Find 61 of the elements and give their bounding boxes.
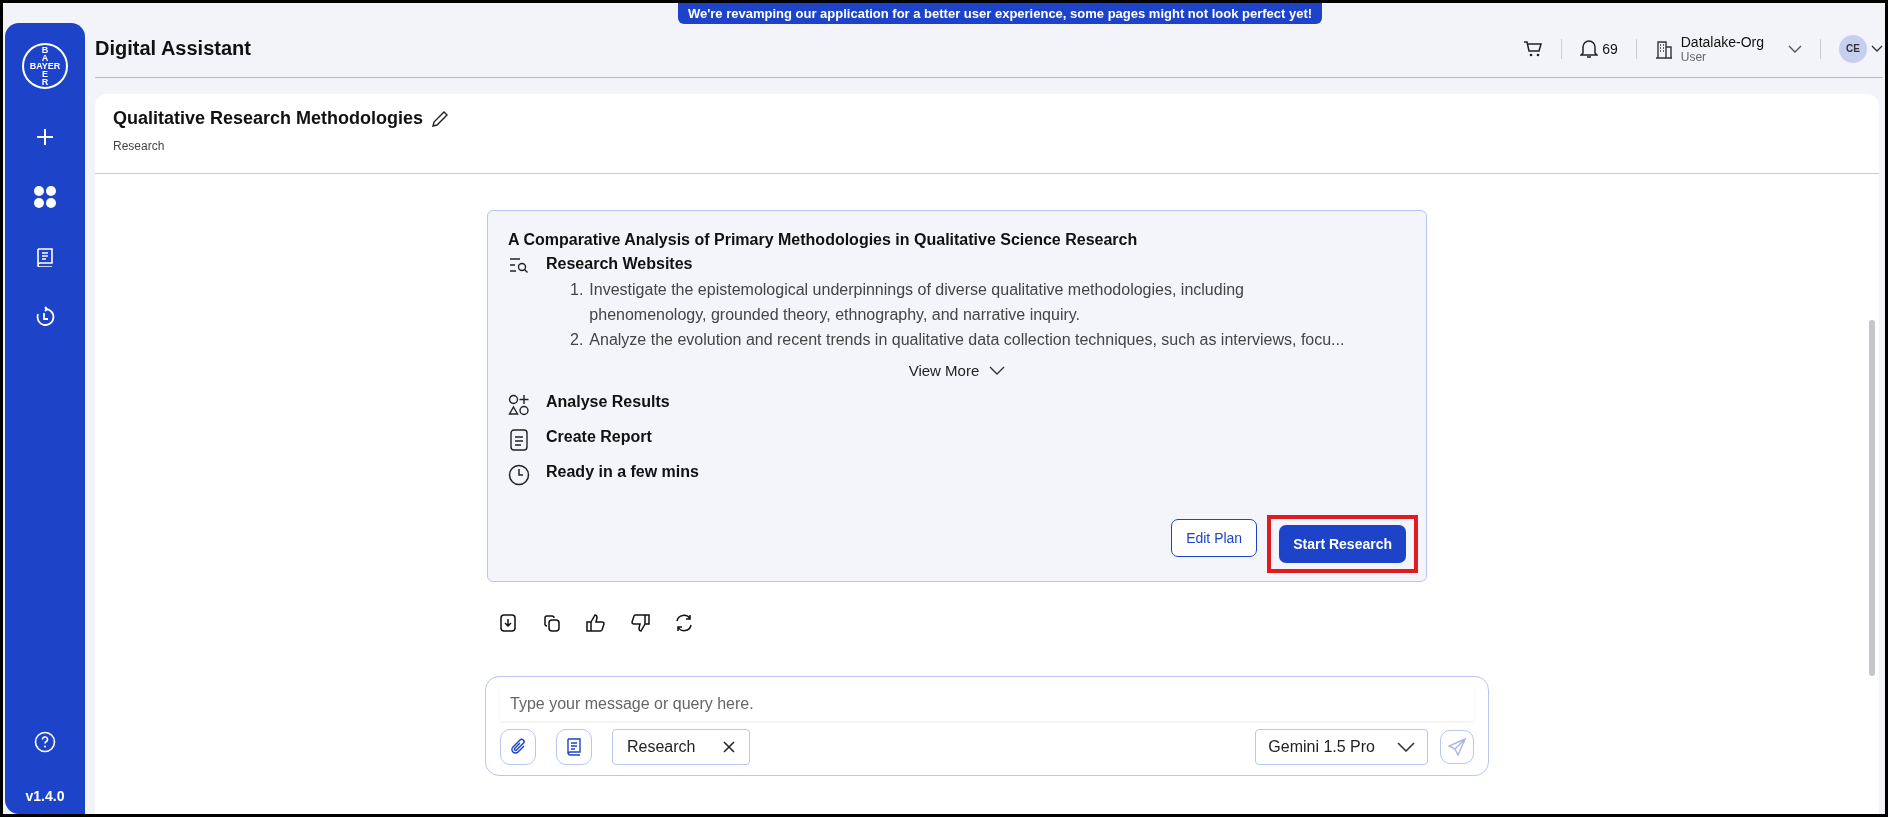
rename-button[interactable] — [431, 109, 450, 128]
model-dropdown[interactable]: Gemini 1.5 Pro — [1255, 729, 1428, 765]
list-item-text: Investigate the epistemological underpinnings of diverse qualitative methodologies, including phenomenology, grounded theory, ethnography, and narrative inquiry. — [589, 280, 1245, 325]
list-number: 1. — [570, 280, 584, 300]
page-title: Digital Assistant — [95, 37, 252, 60]
pencil-icon — [431, 109, 450, 128]
history-icon — [34, 306, 56, 328]
list-number: 2. — [570, 330, 584, 350]
chat-subtitle: Research — [113, 139, 166, 153]
book-icon — [566, 738, 582, 756]
copy-button[interactable] — [541, 612, 563, 634]
help-icon — [34, 731, 56, 753]
paperclip-icon — [509, 738, 527, 756]
close-icon — [723, 741, 736, 753]
clock-icon — [508, 464, 530, 486]
chevron-down-icon — [1788, 44, 1802, 53]
chat-title: Qualitative Research Methodologies — [113, 108, 424, 129]
message-composer[interactable]: Type your message or query here. Research Gemini 1.5 Pro — [485, 676, 1489, 776]
attach-button[interactable] — [500, 729, 536, 765]
plus-icon — [35, 127, 55, 147]
library-button[interactable] — [556, 729, 592, 765]
building-icon — [1654, 38, 1673, 59]
version-label: v1.4.0 — [25, 788, 65, 804]
thumbs-up-icon — [585, 613, 607, 633]
chevron-down-icon — [989, 366, 1006, 375]
message-input[interactable]: Type your message or query here. — [500, 687, 1474, 721]
list-search-icon — [509, 256, 529, 274]
start-button[interactable]: Start Research — [1279, 525, 1406, 563]
regenerate-button[interactable] — [673, 612, 695, 634]
thumbs-up-button[interactable] — [585, 612, 607, 634]
cart-button[interactable] — [1523, 38, 1544, 59]
download-button[interactable] — [497, 612, 519, 634]
scrollbar[interactable] — [1869, 320, 1875, 676]
send-icon — [1447, 737, 1467, 757]
organization-selector[interactable]: Datalake-Org User — [1654, 33, 1802, 64]
announcement-banner: We're revamping our application for a better user experience, some pages might not look perfect yet! — [677, 3, 1323, 24]
logo: B A BAYER E R — [22, 43, 68, 89]
bell-icon — [1580, 38, 1599, 59]
mode-label: Research — [627, 738, 696, 756]
notifications-button[interactable]: 69 — [1580, 38, 1618, 59]
remove-mode-button[interactable] — [723, 741, 736, 753]
cart-icon — [1523, 38, 1544, 59]
step-label: Analyse Results — [546, 393, 670, 411]
copy-icon — [542, 613, 562, 633]
edit-button[interactable]: Edit Plan — [1171, 519, 1258, 557]
shapes-icon — [508, 394, 530, 416]
list-item-text: Analyze the evolution and recent trends in qualitative data collection techniques, such as interviews, focu... — [589, 330, 1345, 350]
document-icon — [510, 429, 528, 451]
thumbs-down-icon — [629, 613, 651, 633]
view-more-button[interactable]: View More — [908, 362, 1006, 379]
chevron-down-icon — [1871, 44, 1883, 53]
refresh-icon — [673, 612, 695, 634]
chevron-down-icon — [1397, 742, 1415, 752]
step-label: Create Report — [546, 428, 652, 446]
download-icon — [499, 613, 517, 633]
thumbs-down-button[interactable] — [629, 612, 651, 634]
grid-icon — [33, 185, 57, 209]
book-icon — [36, 247, 54, 267]
step-label: Ready in a few mins — [546, 463, 699, 481]
step-label: Research Websites — [546, 255, 694, 273]
plan-title: A Comparative Analysis of Primary Methodologies in Qualitative Science Research — [508, 231, 1139, 249]
